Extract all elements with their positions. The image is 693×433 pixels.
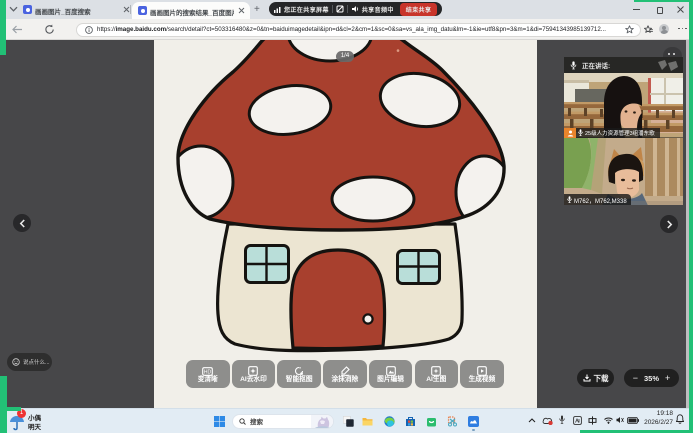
svg-text:HD: HD: [204, 370, 212, 376]
